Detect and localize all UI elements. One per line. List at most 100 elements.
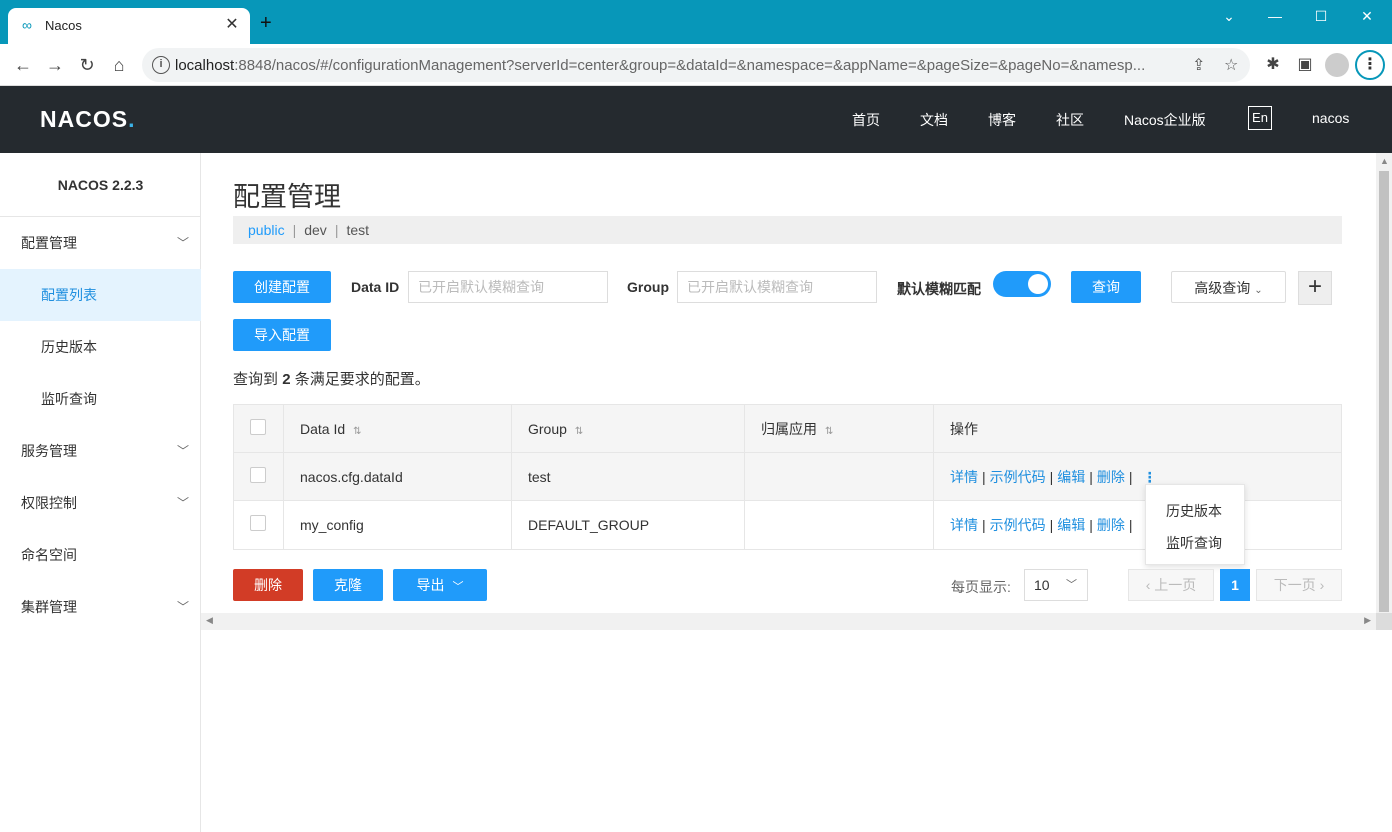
sidebar-item-namespace[interactable]: 命名空间 bbox=[0, 529, 201, 581]
namespace-public[interactable]: public bbox=[248, 222, 285, 238]
add-icon[interactable]: + bbox=[1298, 271, 1332, 305]
advanced-query-button[interactable]: 高级查询 ⌄ bbox=[1171, 271, 1286, 303]
close-window-button[interactable]: ✕ bbox=[1344, 6, 1390, 26]
cell-group: test bbox=[512, 453, 745, 501]
maximize-button[interactable]: ☐ bbox=[1298, 6, 1344, 26]
select-all-checkbox[interactable] bbox=[250, 419, 266, 435]
reload-icon[interactable]: ↻ bbox=[74, 52, 100, 78]
address-bar[interactable]: i localhost:8848/nacos/#/configurationMa… bbox=[142, 48, 1250, 82]
delete-link[interactable]: 删除 bbox=[1097, 517, 1125, 533]
sort-icon[interactable]: ⇅ bbox=[353, 426, 361, 437]
dropdown-listener-query[interactable]: 监听查询 bbox=[1166, 533, 1222, 553]
nav-blog[interactable]: 博客 bbox=[988, 110, 1016, 130]
namespace-separator: | bbox=[292, 222, 297, 238]
sort-icon[interactable]: ⇅ bbox=[825, 426, 833, 437]
result-summary: 查询到 2 条满足要求的配置。 bbox=[233, 371, 430, 388]
new-tab-button[interactable]: + bbox=[260, 13, 272, 33]
extensions-icon[interactable]: ✱ bbox=[1262, 54, 1284, 74]
sample-code-link[interactable]: 示例代码 bbox=[990, 517, 1046, 533]
sidebar-item-config-list[interactable]: 配置列表 bbox=[0, 269, 201, 321]
more-options-icon[interactable]: ⋮ bbox=[1143, 469, 1157, 485]
app-header: NACOS. 首页 文档 博客 社区 Nacos企业版 En nacos bbox=[0, 86, 1392, 153]
nacos-logo[interactable]: NACOS. bbox=[40, 106, 135, 133]
sort-icon[interactable]: ⇅ bbox=[575, 426, 583, 437]
close-tab-icon[interactable]: ✕ bbox=[222, 14, 242, 34]
chevron-down-icon: ﹀ bbox=[452, 581, 464, 593]
minimize-button[interactable]: — bbox=[1252, 6, 1298, 26]
detail-link[interactable]: 详情 bbox=[950, 469, 978, 485]
cell-data-id: my_config bbox=[284, 501, 512, 549]
namespace-test[interactable]: test bbox=[346, 222, 369, 238]
profile-avatar[interactable] bbox=[1325, 53, 1349, 77]
sidebar-item-access-control[interactable]: 权限控制 ﹀ bbox=[0, 477, 201, 529]
column-group[interactable]: Group ⇅ bbox=[512, 405, 745, 453]
sidebar-item-history[interactable]: 历史版本 bbox=[0, 321, 201, 373]
side-panel-icon[interactable]: ▣ bbox=[1294, 54, 1316, 74]
home-icon[interactable]: ⌂ bbox=[106, 52, 132, 78]
scroll-right-icon[interactable]: ▶ bbox=[1364, 615, 1371, 626]
sidebar-item-service-management[interactable]: 服务管理 ﹀ bbox=[0, 425, 201, 477]
edit-link[interactable]: 编辑 bbox=[1057, 469, 1085, 485]
browser-menu-icon[interactable]: ⋮ bbox=[1355, 50, 1385, 80]
row-checkbox-cell bbox=[234, 453, 284, 501]
cell-operations: 详情 | 示例代码 | 编辑 | 删除 | bbox=[950, 517, 1133, 533]
back-icon[interactable]: ← bbox=[10, 52, 36, 78]
namespace-dev[interactable]: dev bbox=[304, 222, 327, 238]
fuzzy-match-label: 默认模糊匹配 bbox=[897, 281, 981, 297]
horizontal-scrollbar[interactable]: ◀ ▶ bbox=[201, 613, 1376, 630]
delete-link[interactable]: 删除 bbox=[1097, 469, 1125, 485]
page-size-label: 每页显示: bbox=[951, 579, 1011, 595]
next-page-button[interactable]: 下一页 › bbox=[1256, 569, 1342, 601]
version-label: NACOS 2.2.3 bbox=[57, 177, 144, 193]
site-info-icon[interactable]: i bbox=[152, 56, 170, 74]
chevron-down-icon: ⌄ bbox=[1254, 285, 1263, 296]
scroll-up-icon[interactable]: ▲ bbox=[1380, 156, 1389, 166]
tab-title: Nacos bbox=[45, 18, 82, 33]
browser-tab[interactable]: ∞ Nacos ✕ bbox=[8, 8, 250, 44]
dataid-input[interactable]: 已开启默认模糊查询 bbox=[408, 271, 608, 303]
language-switch[interactable]: En bbox=[1248, 106, 1272, 130]
prev-page-button[interactable]: ‹ 上一页 bbox=[1128, 569, 1214, 601]
edit-link[interactable]: 编辑 bbox=[1057, 517, 1085, 533]
dataid-label: Data ID bbox=[351, 279, 400, 295]
page-size-select[interactable]: 10 ﹀ bbox=[1024, 569, 1088, 601]
scrollbar-thumb[interactable] bbox=[1379, 171, 1389, 612]
nav-enterprise[interactable]: Nacos企业版 bbox=[1124, 110, 1206, 130]
url-text[interactable]: localhost:8848/nacos/#/configurationMana… bbox=[175, 57, 1185, 74]
chevron-left-icon: ‹ bbox=[1145, 577, 1151, 593]
row-checkbox[interactable] bbox=[250, 515, 266, 531]
forward-icon[interactable]: → bbox=[42, 52, 68, 78]
fuzzy-match-toggle[interactable] bbox=[993, 271, 1051, 297]
batch-delete-button[interactable]: 删除 bbox=[233, 569, 303, 601]
bookmark-star-icon[interactable]: ☆ bbox=[1224, 55, 1238, 75]
nav-home[interactable]: 首页 bbox=[852, 110, 880, 130]
row-checkbox[interactable] bbox=[250, 467, 266, 483]
detail-link[interactable]: 详情 bbox=[950, 517, 978, 533]
sidebar-item-cluster-management[interactable]: 集群管理 ﹀ bbox=[0, 581, 201, 633]
import-config-button[interactable]: 导入配置 bbox=[233, 319, 331, 351]
current-page-button[interactable]: 1 bbox=[1220, 569, 1250, 601]
nav-community[interactable]: 社区 bbox=[1056, 110, 1084, 130]
scroll-left-icon[interactable]: ◀ bbox=[206, 615, 213, 626]
query-button[interactable]: 查询 bbox=[1071, 271, 1141, 303]
sidebar-item-config-management[interactable]: 配置管理 ﹀ bbox=[0, 217, 201, 269]
sidebar-item-listener-query[interactable]: 监听查询 bbox=[0, 373, 201, 425]
clone-button[interactable]: 克隆 bbox=[313, 569, 383, 601]
export-button[interactable]: 导出 ﹀ bbox=[393, 569, 487, 601]
nacos-favicon-icon: ∞ bbox=[22, 17, 32, 33]
column-app[interactable]: 归属应用 ⇅ bbox=[745, 405, 934, 453]
cell-app bbox=[745, 501, 934, 549]
sample-code-link[interactable]: 示例代码 bbox=[990, 469, 1046, 485]
user-menu[interactable]: nacos bbox=[1312, 110, 1349, 126]
share-icon[interactable]: ⇪ bbox=[1192, 55, 1205, 75]
column-data-id[interactable]: Data Id ⇅ bbox=[284, 405, 512, 453]
tab-search-icon[interactable]: ⌄ bbox=[1206, 6, 1252, 26]
group-input[interactable]: 已开启默认模糊查询 bbox=[677, 271, 877, 303]
dropdown-history-version[interactable]: 历史版本 bbox=[1166, 501, 1222, 521]
page-title: 配置管理 bbox=[233, 182, 341, 212]
create-config-button[interactable]: 创建配置 bbox=[233, 271, 331, 303]
nav-docs[interactable]: 文档 bbox=[920, 110, 948, 130]
vertical-scrollbar[interactable]: ▲ bbox=[1376, 153, 1392, 630]
header-checkbox-cell bbox=[234, 405, 284, 453]
chevron-down-icon: ﹀ bbox=[1066, 579, 1077, 591]
